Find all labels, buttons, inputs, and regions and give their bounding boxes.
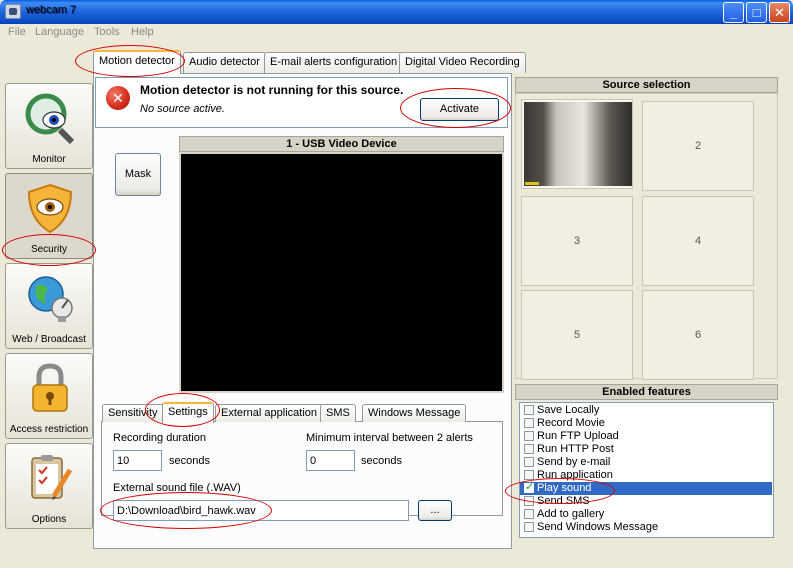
feature-play-sound[interactable]: Play sound <box>520 481 772 495</box>
source-cell-6[interactable]: 6 <box>642 290 754 380</box>
tab-audio-detector[interactable]: Audio detector <box>183 52 266 73</box>
nav-options-label: Options <box>31 514 67 525</box>
tab-digital-video-recording[interactable]: Digital Video Recording <box>399 52 526 73</box>
nav-web-broadcast-label: Web / Broadcast <box>12 334 86 345</box>
tab-sensitivity[interactable]: Sensitivity <box>102 404 164 422</box>
feature-label: Run HTTP Post <box>537 443 614 455</box>
nav-security[interactable]: Security <box>5 173 93 259</box>
source-thumbnail <box>524 102 632 186</box>
feature-label: Run FTP Upload <box>537 430 619 442</box>
nav-web-broadcast[interactable]: Web / Broadcast <box>5 263 93 349</box>
min-interval-input[interactable] <box>306 450 355 471</box>
recording-duration-unit: seconds <box>169 455 210 467</box>
checkbox[interactable] <box>524 496 534 506</box>
source-selection-header: Source selection <box>515 77 778 93</box>
checkbox[interactable] <box>524 509 534 519</box>
magnifier-eye-icon <box>25 93 75 144</box>
checkbox[interactable] <box>524 405 534 415</box>
tab-settings[interactable]: Settings <box>162 402 214 423</box>
tab-external-application[interactable]: External application <box>215 404 324 422</box>
maximize-button[interactable]: □ <box>746 2 767 23</box>
tab-motion-detector[interactable]: Motion detector <box>93 50 181 74</box>
activity-level-bar <box>525 182 539 185</box>
checkbox-checked[interactable] <box>524 481 534 493</box>
clipboard-pencil-icon <box>31 455 73 500</box>
feature-send-windows-message[interactable]: Send Windows Message <box>520 521 772 534</box>
checkbox[interactable] <box>524 470 534 480</box>
tab-sms[interactable]: SMS <box>320 404 356 422</box>
nav-access-restriction[interactable]: Access restriction <box>5 353 93 439</box>
close-button[interactable]: ✕ <box>769 2 790 23</box>
feature-label: Run application <box>537 469 613 481</box>
feature-send-by-email[interactable]: Send by e-mail <box>520 456 772 469</box>
title-bar <box>0 0 793 24</box>
menu-file[interactable]: File <box>8 26 26 38</box>
feature-send-sms[interactable]: Send SMS <box>520 495 772 508</box>
nav-security-label: Security <box>30 244 68 255</box>
sound-file-label: External sound file (.WAV) <box>113 482 241 494</box>
feature-label: Save Locally <box>537 404 600 416</box>
checkbox[interactable] <box>524 522 534 532</box>
menu-tools[interactable]: Tools <box>94 26 120 38</box>
video-title: 1 - USB Video Device <box>179 136 504 152</box>
minimize-button[interactable]: _ <box>723 2 744 23</box>
recording-duration-label: Recording duration <box>113 432 206 444</box>
checkbox[interactable] <box>524 431 534 441</box>
feature-add-to-gallery[interactable]: Add to gallery <box>520 508 772 521</box>
shield-eye-icon <box>27 183 73 234</box>
window-title: webcam 7 <box>26 4 77 16</box>
source-cell-1[interactable] <box>521 99 633 189</box>
source-cell-5[interactable]: 5 <box>521 290 633 380</box>
padlock-icon <box>32 363 68 412</box>
source-cell-3[interactable]: 3 <box>521 196 633 286</box>
feature-label: Record Movie <box>537 417 605 429</box>
menu-language[interactable]: Language <box>35 26 84 38</box>
feature-record-movie[interactable]: Record Movie <box>520 417 772 430</box>
checkbox[interactable] <box>524 457 534 467</box>
mask-button[interactable]: Mask <box>115 153 161 196</box>
tab-windows-message[interactable]: Windows Message <box>362 404 467 422</box>
sound-file-input[interactable] <box>113 500 409 521</box>
source-cell-4[interactable]: 4 <box>642 196 754 286</box>
nav-monitor-label: Monitor <box>32 154 66 165</box>
min-interval-unit: seconds <box>361 455 402 467</box>
alert-subtitle: No source active. <box>140 103 225 115</box>
feature-label: Send by e-mail <box>537 456 611 468</box>
nav-monitor[interactable]: Monitor <box>5 83 93 169</box>
nav-access-restriction-label: Access restriction <box>9 424 89 435</box>
feature-label: Add to gallery <box>537 508 605 520</box>
feature-run-ftp-upload[interactable]: Run FTP Upload <box>520 430 772 443</box>
error-icon: ✕ <box>106 86 130 110</box>
min-interval-label: Minimum interval between 2 alerts <box>306 432 473 444</box>
feature-label: Send Windows Message <box>537 521 659 533</box>
feature-label: Play sound <box>537 482 592 494</box>
enabled-features-header: Enabled features <box>515 384 778 400</box>
checkbox[interactable] <box>524 418 534 428</box>
globe-dish-icon <box>28 276 73 322</box>
video-preview <box>179 152 504 393</box>
activate-button[interactable]: Activate <box>420 98 499 121</box>
browse-button[interactable]: ... <box>418 500 452 521</box>
feature-label: Send SMS <box>537 495 590 507</box>
feature-run-http-post[interactable]: Run HTTP Post <box>520 443 772 456</box>
app-icon <box>5 4 21 19</box>
checkbox[interactable] <box>524 444 534 454</box>
menu-help[interactable]: Help <box>131 26 154 38</box>
tab-email-alerts[interactable]: E-mail alerts configuration <box>264 52 404 73</box>
source-cell-2[interactable]: 2 <box>642 101 754 191</box>
alert-title: Motion detector is not running for this … <box>140 83 404 97</box>
recording-duration-input[interactable] <box>113 450 162 471</box>
feature-save-locally[interactable]: Save Locally <box>520 404 772 417</box>
feature-run-application[interactable]: Run application <box>520 469 772 482</box>
nav-options[interactable]: Options <box>5 443 93 529</box>
